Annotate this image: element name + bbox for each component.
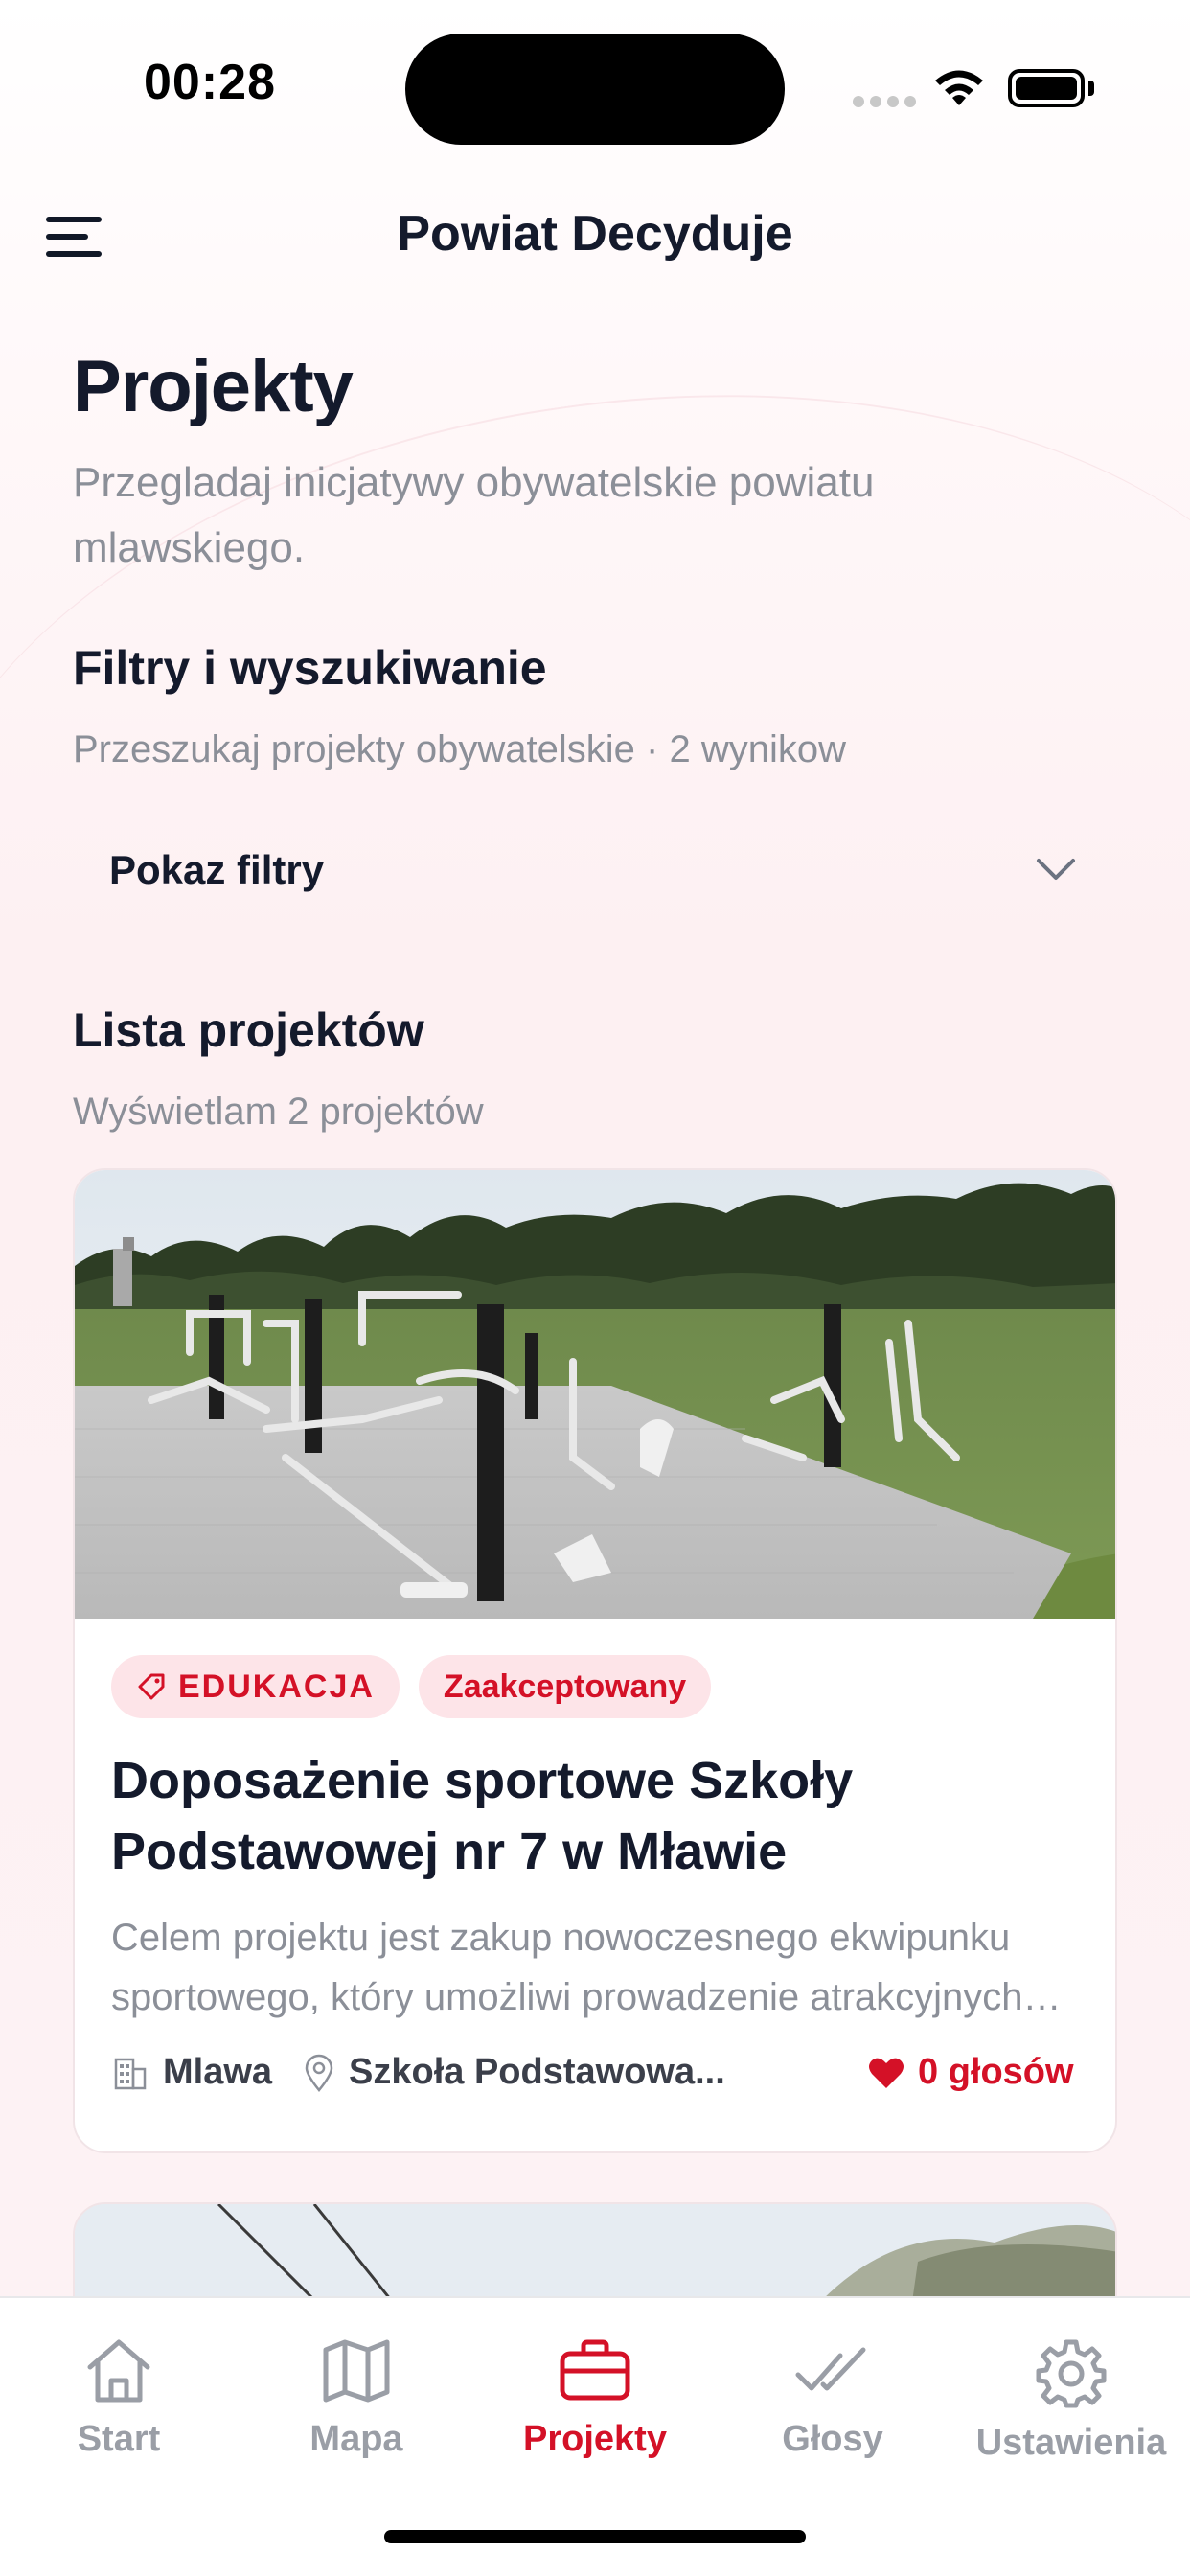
project-location: Szkoła Podstawowa...: [303, 2052, 725, 2093]
project-list-title: Lista projektów: [73, 1003, 424, 1057]
heart-icon: [869, 2058, 904, 2088]
project-card[interactable]: EDUKACJA Zaakceptowany Doposażenie sport…: [73, 1168, 1117, 2153]
tab-settings-label: Ustawienia: [975, 2423, 1167, 2463]
show-filters-label: Pokaz filtry: [109, 847, 325, 892]
status-bar: 00:28: [0, 0, 1190, 163]
tab-start-label: Start: [77, 2419, 161, 2459]
project-meta: Mlawa Szkoła Podstawowa... 0 głosów: [111, 2052, 1088, 2109]
chevron-down-icon: [1037, 859, 1075, 880]
battery-nub: [1088, 80, 1094, 96]
gear-icon: [1036, 2339, 1107, 2408]
building-icon: [114, 2058, 147, 2089]
votes-label: 0 głosów: [918, 2052, 1074, 2092]
tab-projects-label: Projekty: [523, 2419, 667, 2459]
show-filters-toggle[interactable]: Pokaz filtry: [73, 824, 1117, 916]
location-label: Szkoła Podstawowa...: [349, 2052, 725, 2092]
battery-icon: [1008, 69, 1085, 107]
wifi-icon: [935, 70, 983, 105]
category-badge: EDUKACJA: [111, 1655, 400, 1718]
tag-icon: [138, 1673, 165, 1700]
tab-projects[interactable]: Projekty: [476, 2336, 714, 2480]
tab-votes-label: Głosy: [782, 2419, 883, 2459]
tab-votes[interactable]: Głosy: [714, 2336, 951, 2480]
home-icon: [87, 2339, 150, 2403]
tab-map[interactable]: Mapa: [238, 2336, 475, 2480]
tab-settings[interactable]: Ustawienia: [952, 2336, 1190, 2480]
project-image: [75, 1170, 1115, 1619]
double-check-icon: [795, 2347, 866, 2391]
tab-start[interactable]: Start: [0, 2336, 238, 2480]
dynamic-island: [405, 34, 785, 145]
project-city: Mlawa: [111, 2052, 272, 2093]
tab-map-label: Mapa: [309, 2419, 403, 2459]
project-badges: EDUKACJA Zaakceptowany: [111, 1655, 712, 1718]
project-list-subtitle: Wyświetlam 2 projektów: [73, 1091, 484, 1133]
page-title: Projekty: [73, 346, 354, 427]
status-badge: Zaakceptowany: [418, 1655, 712, 1718]
status-time: 00:28: [144, 55, 276, 110]
filters-section-subtitle: Przeszukaj projekty obywatelskie · 2 wyn…: [73, 728, 846, 770]
navigation-bar: Powiat Decyduje: [0, 182, 1190, 288]
briefcase-icon: [560, 2339, 630, 2401]
location-pin-icon: [305, 2054, 333, 2092]
project-title: Doposażenie sportowe Szkoły Podstawowej …: [111, 1752, 854, 1880]
project-description: Celem projektu jest zakup nowoczesnego e…: [111, 1917, 1023, 2018]
filters-section-title: Filtry i wyszukiwanie: [73, 641, 547, 695]
project-votes: 0 głosów: [868, 2052, 1074, 2093]
home-indicator: [384, 2530, 806, 2543]
category-label: EDUKACJA: [178, 1668, 375, 1705]
city-label: Mlawa: [163, 2052, 273, 2092]
cellular-signal-icon: [853, 95, 922, 112]
map-icon: [323, 2339, 390, 2403]
status-label: Zaakceptowany: [443, 1668, 687, 1705]
app-title: Powiat Decyduje: [397, 206, 793, 262]
page-subtitle: Przegladaj inicjatywy obywatelskie powia…: [73, 459, 875, 571]
